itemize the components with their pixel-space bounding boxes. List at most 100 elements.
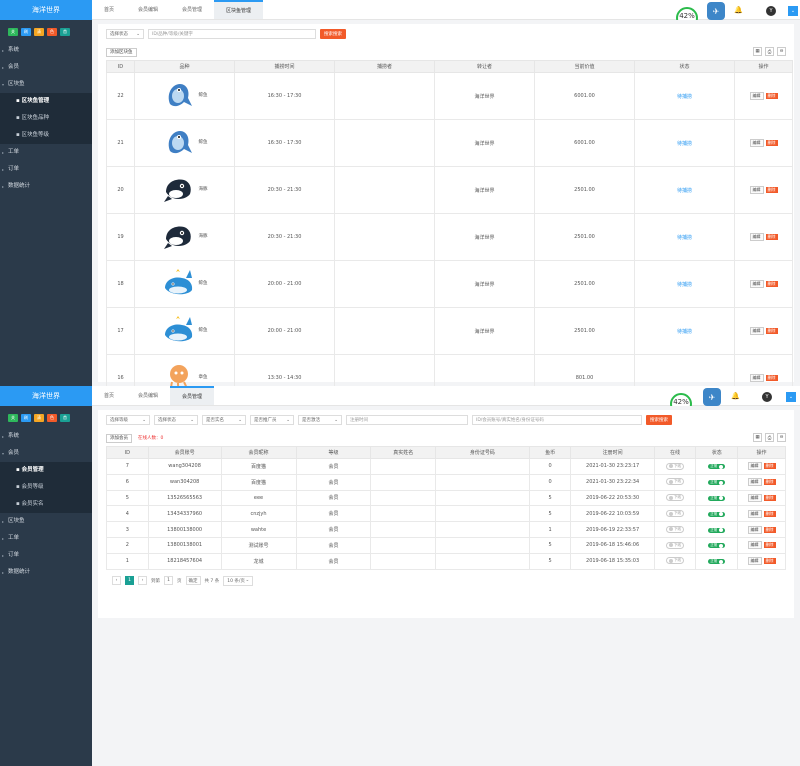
keyword-input[interactable]: ID/会员账号/真实姓名/身份证号码 (472, 415, 642, 425)
delete-button[interactable]: 删除 (765, 281, 778, 287)
sidebar-item[interactable]: ▸ 系统 (0, 428, 92, 445)
print-icon[interactable]: ⎙ (765, 47, 774, 56)
quick-action-button[interactable]: 关 (8, 28, 18, 36)
table-row[interactable]: 5 13526565563 eee 会员 5 2019-06-22 20:53:30 下线正… (106, 489, 786, 507)
edit-button[interactable]: 编辑 (747, 541, 762, 550)
edit-button[interactable]: 编辑 (747, 493, 762, 502)
delete-button[interactable]: 删除 (765, 93, 778, 99)
column-header[interactable]: 状态 (634, 60, 735, 73)
edit-button[interactable]: 编辑 (749, 327, 764, 335)
quick-action-button[interactable]: 清 (34, 28, 44, 36)
sidebar-item[interactable]: ▸ 工单 (0, 144, 92, 161)
quick-action-button[interactable]: 刷 (21, 414, 31, 422)
status-toggle[interactable]: 正常 (708, 511, 726, 517)
table-row[interactable]: 18 鲸鱼 20:00 - 21:00 海洋世界 2501.00 待捕捞 编辑 删除 (106, 260, 793, 308)
print-icon[interactable]: ⎙ (765, 433, 774, 442)
column-header[interactable]: 注册时间 (570, 446, 655, 459)
edit-button[interactable]: 编辑 (747, 509, 762, 518)
quick-action-button[interactable]: 色 (47, 28, 57, 36)
delete-button[interactable]: 删除 (765, 234, 778, 240)
sidebar-item[interactable]: ▸ 订单 (0, 161, 92, 178)
delete-button[interactable]: 删除 (763, 510, 776, 517)
edit-button[interactable]: 编辑 (749, 280, 764, 288)
app-logo[interactable]: 海洋世界 (0, 386, 92, 406)
table-row[interactable]: 21 鲸鱼 16:30 - 17:30 海洋世界 6001.00 待捕捞 编辑 删除 (106, 119, 793, 167)
quick-action-button[interactable]: 清 (34, 414, 44, 422)
edit-button[interactable]: 编辑 (749, 374, 764, 382)
search-button[interactable]: 搜索搜索 (320, 29, 346, 39)
delete-button[interactable]: 删除 (765, 328, 778, 334)
export-icon[interactable]: ⊖ (777, 47, 786, 56)
tab[interactable]: 会员编辑 (126, 0, 170, 19)
column-header[interactable]: 转让者 (434, 60, 535, 73)
delete-button[interactable]: 删除 (765, 375, 778, 381)
filter-select[interactable]: 是否推广员 ⌄ (250, 415, 294, 425)
sidebar-item[interactable]: ▸ 区块鱼 (0, 513, 92, 530)
online-toggle[interactable]: 下线 (666, 557, 685, 565)
edit-button[interactable]: 编辑 (747, 462, 762, 471)
filter-select[interactable]: 选择状态 ⌄ (154, 415, 198, 425)
edit-button[interactable]: 编辑 (749, 139, 764, 147)
column-header[interactable]: 操作 (737, 446, 786, 459)
app-logo[interactable]: 海洋世界 (0, 0, 92, 20)
online-toggle[interactable]: 下线 (666, 510, 685, 518)
filter-select[interactable]: 选择等级 ⌄ (106, 415, 150, 425)
sidebar-item[interactable]: ▸ 系统 (0, 42, 92, 59)
status-toggle[interactable]: 正常 (708, 543, 726, 549)
column-header[interactable]: 鱼币 (528, 446, 572, 459)
goto-page-input[interactable]: 1 (164, 576, 173, 586)
edit-button[interactable]: 编辑 (747, 557, 762, 566)
quick-action-button[interactable]: 关 (8, 414, 18, 422)
table-row[interactable]: 16 章鱼 13:30 - 14:30 801.00 编辑 删除 (106, 354, 793, 386)
online-toggle[interactable]: 下线 (666, 478, 685, 486)
quick-action-button[interactable]: 色 (47, 414, 57, 422)
sidebar-item[interactable]: ▸ 数据统计 (0, 564, 92, 581)
table-row[interactable]: 4 13434337960 cnzjyh 会员 5 2019-06-22 10:03:59… (106, 505, 786, 523)
bird-icon[interactable]: ✈ (703, 388, 721, 406)
search-button[interactable]: 搜索搜索 (646, 415, 672, 425)
add-fish-button[interactable]: 添加区块鱼 (106, 47, 137, 57)
columns-icon[interactable]: ▦ (753, 433, 762, 442)
status-toggle[interactable]: 正常 (708, 527, 726, 533)
delete-button[interactable]: 删除 (763, 494, 776, 501)
filter-select[interactable]: 是否激活 ⌄ (298, 415, 342, 425)
quick-action-button[interactable]: 首 (60, 28, 70, 36)
column-header[interactable]: 操作 (734, 60, 793, 73)
column-header[interactable]: 当前价值 (534, 60, 635, 73)
edit-button[interactable]: 编辑 (749, 186, 764, 194)
sidebar-item[interactable]: ▾ 区块鱼 (0, 76, 92, 93)
column-header[interactable]: 身份证号码 (435, 446, 530, 459)
table-row[interactable]: 19 海豚 20:30 - 21:30 海洋世界 2501.00 待捕捞 编辑 删除 (106, 213, 793, 261)
column-header[interactable]: 捕捞者 (334, 60, 435, 73)
sidebar-item[interactable]: ▾ 会员 (0, 445, 92, 462)
add-member-button[interactable]: 添加会员 (106, 433, 132, 443)
delete-button[interactable]: 删除 (763, 463, 776, 470)
prev-page-button[interactable]: ‹ (112, 576, 121, 586)
tab[interactable]: 会员编辑 (126, 386, 170, 405)
next-page-button[interactable]: › (138, 576, 147, 586)
column-header[interactable]: 会员账号 (147, 446, 222, 459)
status-select[interactable]: 选择状态 ⌄ (106, 29, 144, 39)
sidebar-item[interactable]: ▪ 区块鱼品种 (0, 110, 92, 127)
sidebar-item[interactable]: ▪ 区块鱼等级 (0, 127, 92, 144)
tab[interactable]: 会员管理 (170, 0, 214, 19)
online-toggle[interactable]: 下线 (666, 462, 685, 470)
table-row[interactable]: 17 鲸鱼 20:00 - 21:00 海洋世界 2501.00 待捕捞 编辑 删除 (106, 307, 793, 355)
sidebar-item[interactable]: ▪ 会员实名 (0, 496, 92, 513)
table-row[interactable]: 2 13800138001 测试账号 会员 5 2019-06-18 15:46:06 下线… (106, 536, 786, 554)
online-toggle[interactable]: 下线 (666, 541, 685, 549)
delete-button[interactable]: 删除 (763, 558, 776, 565)
sidebar-item[interactable]: ▪ 会员管理 (0, 462, 92, 479)
page-size-select[interactable]: 10 条/页 ⌄ (223, 575, 254, 586)
avatar[interactable]: Y (766, 6, 776, 16)
column-header[interactable]: ID (106, 60, 135, 73)
online-toggle[interactable]: 下线 (666, 494, 685, 502)
delete-button[interactable]: 删除 (763, 542, 776, 549)
delete-button[interactable]: 删除 (765, 140, 778, 146)
sidebar-item[interactable]: ▸ 工单 (0, 530, 92, 547)
column-header[interactable]: 状态 (695, 446, 739, 459)
sidebar-item[interactable]: ▸ 订单 (0, 547, 92, 564)
delete-button[interactable]: 删除 (763, 526, 776, 533)
table-row[interactable]: 7 wang304208 百度猫 会员 0 2021-01-30 23:23:17 下线 正常… (106, 458, 786, 475)
online-toggle[interactable]: 下线 (666, 525, 685, 533)
